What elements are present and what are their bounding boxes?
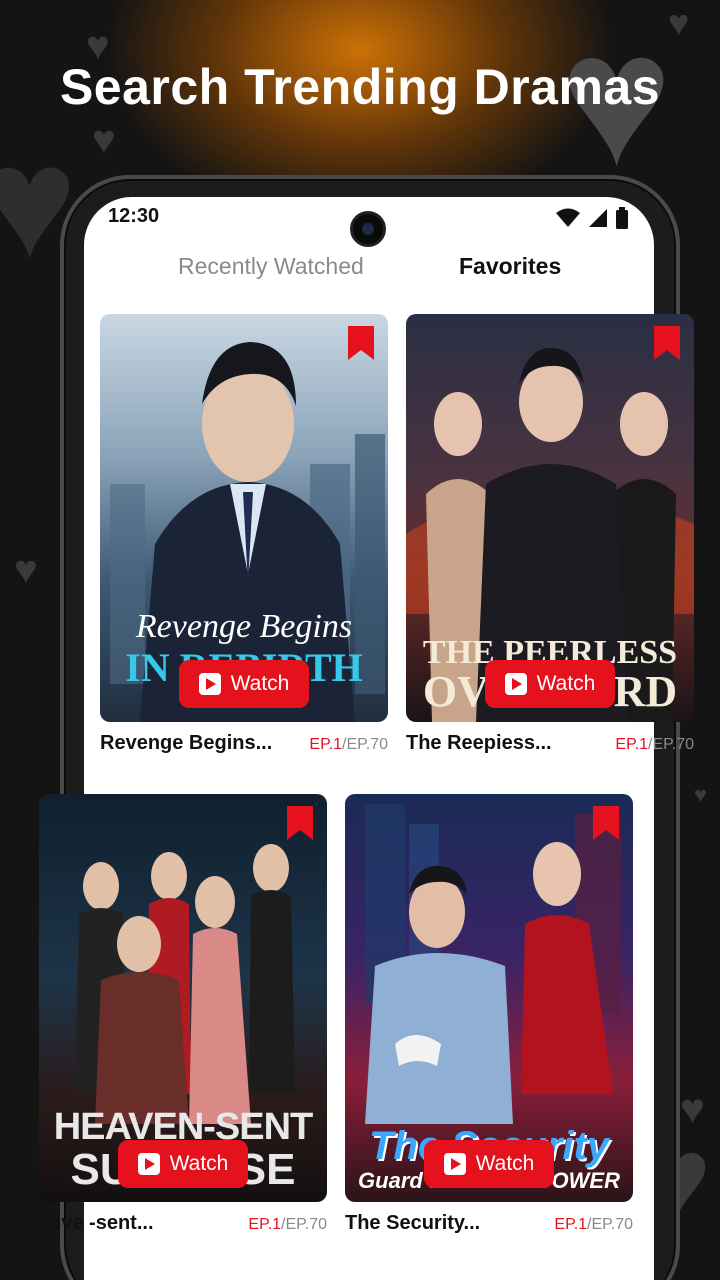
battery-icon [616, 207, 628, 229]
drama-card[interactable]: THE PEERLESS OVERLORD Watch The Reepiess… [406, 314, 694, 768]
bookmark-icon[interactable] [348, 326, 374, 360]
episode-count: EP.1/EP.70 [554, 1216, 633, 1234]
signal-icon [589, 209, 607, 227]
episode-current: EP.1 [248, 1216, 282, 1233]
episode-count: EP.1/EP.70 [615, 736, 694, 754]
drama-poster[interactable]: Revenge Begins IN REBIRTH Watch [100, 314, 388, 722]
front-camera [350, 211, 386, 247]
bookmark-icon[interactable] [593, 806, 619, 840]
drama-card[interactable]: The Security Guard's HIDDEN POWER Watch … [345, 794, 633, 1248]
tab-bar: Recently Watched Favorites [84, 253, 654, 293]
watch-button[interactable]: Watch [179, 660, 309, 708]
heart-icon: ♥ [694, 782, 708, 807]
page-title: Search Trending Dramas [59, 59, 661, 115]
drama-title[interactable]: esve -sent... [39, 1212, 154, 1235]
drama-meta: Revenge Begins... EP.1/EP.70 [100, 728, 388, 768]
play-icon [137, 1153, 160, 1175]
watch-label: Watch [169, 1152, 229, 1175]
tab-favorites[interactable]: Favorites [459, 253, 561, 280]
episode-count: EP.1/EP.70 [309, 736, 388, 754]
episode-total: /EP.70 [281, 1216, 327, 1233]
watch-label: Watch [536, 672, 596, 695]
drama-title[interactable]: Revenge Begins... [100, 732, 272, 755]
episode-count: EP.1/EP.70 [248, 1216, 327, 1234]
drama-card[interactable]: HEAVEN-SENT SURPRISE Watch esve -sent...… [39, 794, 327, 1248]
play-icon [504, 673, 527, 695]
drama-poster[interactable]: HEAVEN-SENT SURPRISE Watch [39, 794, 327, 1202]
drama-card[interactable]: Revenge Begins IN REBIRTH Watch Revenge … [100, 314, 388, 768]
bookmark-icon[interactable] [654, 326, 680, 360]
watch-button[interactable]: Watch [485, 660, 615, 708]
drama-title[interactable]: The Security... [345, 1212, 480, 1235]
drama-poster[interactable]: THE PEERLESS OVERLORD Watch [406, 314, 694, 722]
status-bar: 12:30 [84, 197, 654, 247]
play-icon [443, 1153, 466, 1175]
bookmark-icon[interactable] [287, 806, 313, 840]
heart-icon: ♥ [14, 548, 38, 592]
watch-label: Watch [475, 1152, 535, 1175]
status-time: 12:30 [108, 205, 160, 227]
wifi-icon [556, 208, 580, 227]
drama-meta: The Security... EP.1/EP.70 [345, 1208, 633, 1248]
episode-total: /EP.70 [648, 736, 694, 753]
play-icon [198, 673, 221, 695]
tab-recently-watched[interactable]: Recently Watched [178, 253, 364, 280]
poster-title-line: Revenge Begins [135, 608, 353, 645]
episode-current: EP.1 [554, 1216, 588, 1233]
drama-meta: esve -sent... EP.1/EP.70 [39, 1208, 327, 1248]
heart-icon: ♥ [92, 118, 116, 162]
drama-title[interactable]: The Reepiess... [406, 732, 552, 755]
status-icons [556, 207, 628, 229]
drama-poster[interactable]: The Security Guard's HIDDEN POWER Watch [345, 794, 633, 1202]
drama-meta: The Reepiess... EP.1/EP.70 [406, 728, 694, 768]
watch-button[interactable]: Watch [424, 1140, 554, 1188]
watch-label: Watch [230, 672, 290, 695]
episode-total: /EP.70 [342, 736, 388, 753]
watch-button[interactable]: Watch [118, 1140, 248, 1188]
episode-current: EP.1 [309, 736, 343, 753]
episode-total: /EP.70 [587, 1216, 633, 1233]
episode-current: EP.1 [615, 736, 649, 753]
